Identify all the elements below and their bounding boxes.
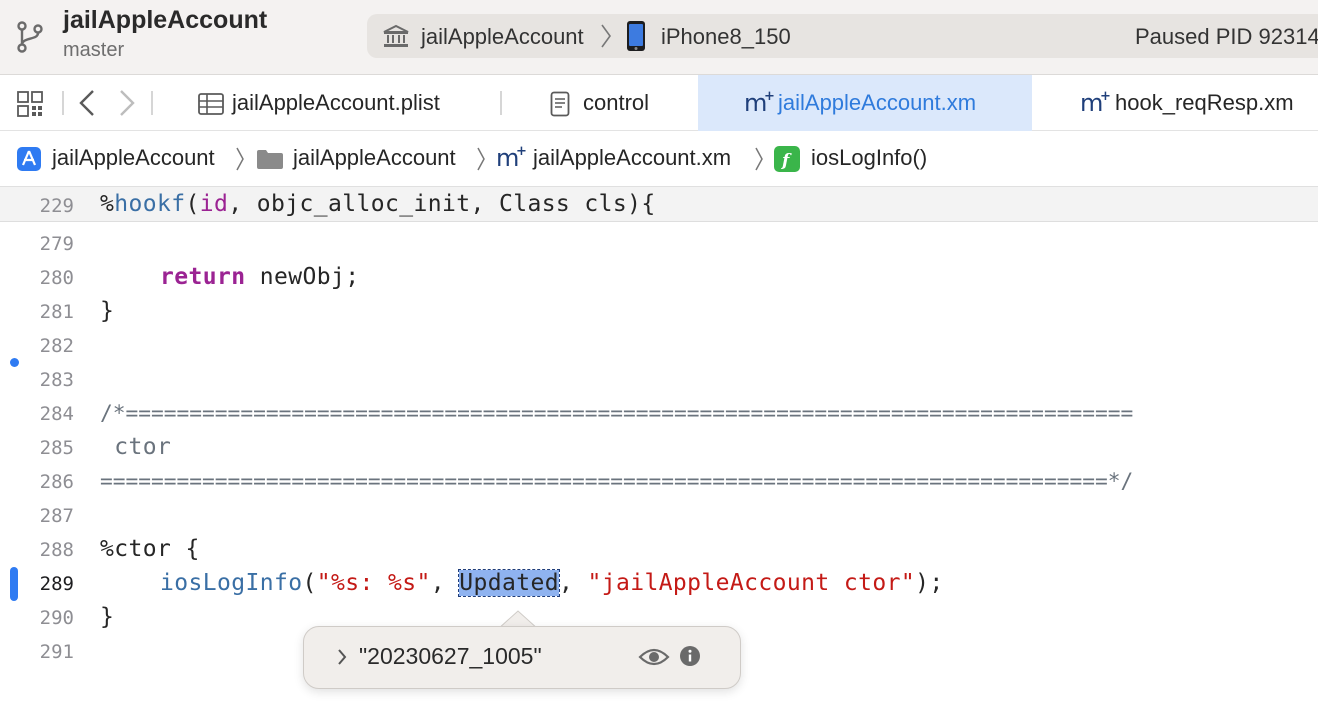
- editor-tab-bar: jailAppleAccount.plist control m + jailA…: [0, 75, 1318, 131]
- branch-icon[interactable]: [16, 20, 44, 54]
- app-store-project-icon: [17, 147, 41, 171]
- tab-label: jailAppleAccount.plist: [232, 90, 440, 115]
- line-number: 289: [39, 573, 74, 595]
- variable-value-popover: "20230627_1005": [303, 626, 741, 689]
- back-arrow-icon[interactable]: [76, 89, 98, 117]
- code-text: iosLogInfo("%s: %s", Updated, "jailApple…: [160, 569, 944, 597]
- function-icon: f: [774, 146, 800, 172]
- jump-bar-file[interactable]: jailAppleAccount.xm: [533, 145, 731, 171]
- document-icon: [550, 91, 570, 117]
- m-plus-icon: m +: [496, 144, 526, 170]
- building-columns-icon: [383, 24, 409, 47]
- code-line[interactable]: 284 /*==================================…: [0, 397, 1318, 431]
- tab-label: control: [583, 90, 650, 115]
- code-comment: /*======================================…: [100, 400, 1134, 425]
- code-line[interactable]: 285 ctor: [0, 431, 1318, 465]
- project-title: jailAppleAccount: [63, 6, 268, 34]
- code-text: }: [100, 298, 115, 324]
- code-line[interactable]: 281 }: [0, 295, 1318, 329]
- jump-bar-folder[interactable]: jailAppleAccount: [293, 145, 456, 171]
- line-number: 290: [39, 607, 74, 629]
- tab-jailappleaccount-plist[interactable]: jailAppleAccount.plist: [186, 75, 500, 131]
- chevron-right-icon: [601, 24, 611, 48]
- divider: [62, 91, 64, 115]
- chevron-right-icon: [236, 147, 244, 171]
- code-line: %hookf(id, objc_alloc_init, Class cls){: [100, 191, 656, 217]
- scheme-name[interactable]: jailAppleAccount: [421, 24, 584, 50]
- divider: [151, 91, 153, 115]
- code-comment: ctor: [100, 434, 172, 460]
- line-number: 287: [39, 505, 74, 527]
- line-number: 281: [39, 301, 74, 323]
- code-line[interactable]: 279: [0, 227, 1318, 261]
- code-line[interactable]: 287: [0, 499, 1318, 533]
- line-number: 284: [39, 403, 74, 425]
- code-text: return newObj;: [160, 264, 360, 290]
- tab-jailappleaccount-xm[interactable]: m + jailAppleAccount.xm: [698, 75, 1032, 131]
- line-number: 280: [39, 267, 74, 289]
- branch-name[interactable]: master: [63, 39, 124, 62]
- code-line[interactable]: 286 ====================================…: [0, 465, 1318, 499]
- chevron-right-icon: [477, 147, 485, 171]
- line-number: 282: [39, 335, 74, 357]
- title-bar: jailAppleAccount master jailAppleAccount…: [0, 0, 1318, 75]
- tab-hook-reqresp-xm[interactable]: m + hook_reqResp.xm: [1032, 75, 1318, 131]
- sticky-scope-header[interactable]: 229 %hookf(id, objc_alloc_init, Class cl…: [0, 187, 1318, 222]
- line-number: 288: [39, 539, 74, 561]
- table-icon: [198, 93, 224, 115]
- quick-look-eye-icon[interactable]: [638, 644, 670, 670]
- device-name[interactable]: iPhone8_150: [661, 24, 791, 50]
- disclosure-chevron-icon[interactable]: [336, 647, 348, 667]
- code-line[interactable]: 288 %ctor {: [0, 533, 1318, 567]
- chevron-right-icon: [755, 147, 763, 171]
- code-line[interactable]: 280 return newObj;: [0, 261, 1318, 295]
- related-items-grid-icon[interactable]: [16, 90, 44, 118]
- forward-arrow-icon[interactable]: [116, 89, 138, 117]
- m-plus-icon: m +: [1080, 89, 1110, 115]
- tab-label: hook_reqResp.xm: [1115, 90, 1294, 115]
- tab-label: jailAppleAccount.xm: [778, 90, 977, 115]
- jump-bar-function[interactable]: iosLogInfo(): [811, 145, 927, 171]
- line-number: 283: [39, 369, 74, 391]
- line-number: 229: [39, 195, 74, 217]
- jump-bar-project[interactable]: jailAppleAccount: [52, 145, 215, 171]
- code-comment: ========================================…: [100, 468, 1134, 493]
- tab-control[interactable]: control: [502, 75, 698, 131]
- code-line[interactable]: 282: [0, 329, 1318, 363]
- line-number: 291: [39, 641, 74, 663]
- code-line[interactable]: 283: [0, 363, 1318, 397]
- m-plus-icon: m +: [744, 89, 774, 115]
- variable-value[interactable]: "20230627_1005": [359, 643, 542, 670]
- code-line-current[interactable]: 289 iosLogInfo("%s: %s", Updated, "jailA…: [0, 567, 1318, 601]
- svg-text:+: +: [516, 144, 526, 159]
- svg-text:+: +: [1100, 89, 1110, 104]
- jump-bar: jailAppleAccount jailAppleAccount m + ja…: [0, 131, 1318, 187]
- folder-icon: [257, 150, 283, 169]
- selected-variable-updated[interactable]: Updated: [458, 569, 560, 597]
- debug-status: Paused PID 92314: [1135, 24, 1318, 49]
- scheme-destination-bar[interactable]: jailAppleAccount iPhone8_150 Paused PID …: [367, 14, 1318, 58]
- svg-text:+: +: [764, 89, 774, 104]
- code-text: %ctor {: [100, 536, 200, 562]
- info-icon[interactable]: [679, 645, 701, 667]
- line-number: 285: [39, 437, 74, 459]
- line-number: 279: [39, 233, 74, 255]
- iphone-icon: [627, 21, 645, 51]
- line-number: 286: [39, 471, 74, 493]
- code-text: }: [100, 604, 115, 630]
